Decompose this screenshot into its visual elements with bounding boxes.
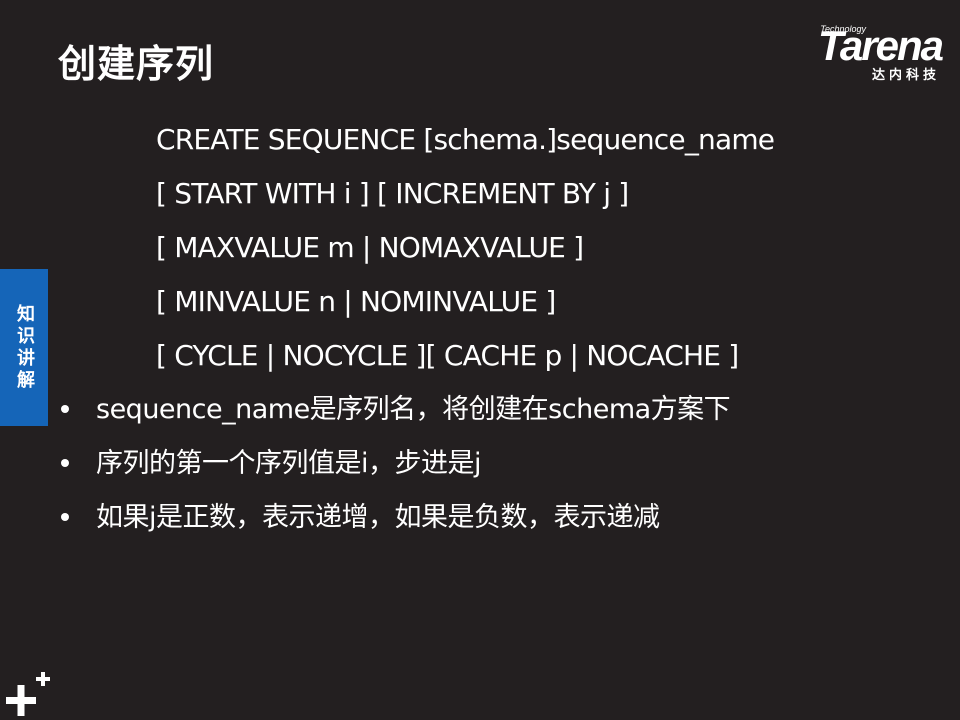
syntax-line: [ MINVALUE n | NOMINVALUE ] <box>156 285 556 318</box>
slide-title: 创建序列 <box>58 42 215 86</box>
bullet-text: 如果j是正数，表示递增，如果是负数，表示递减 <box>96 502 660 533</box>
bullet-list: sequence_name是序列名，将创建在schema方案下 序列的第一个序列… <box>58 383 731 545</box>
bullet-dot-icon <box>61 405 69 413</box>
syntax-line: [ START WITH i ] [ INCREMENT BY j ] <box>156 177 629 210</box>
bullet-dot-icon <box>61 459 69 467</box>
syntax-line: [ MAXVALUE m | NOMAXVALUE ] <box>156 231 584 264</box>
syntax-line: [ CYCLE | NOCYCLE ][ CACHE p | NOCACHE ] <box>156 339 739 372</box>
bullet-item: 序列的第一个序列值是i，步进是j <box>58 437 730 491</box>
bullet-item: 如果j是正数，表示递增，如果是负数，表示递减 <box>58 491 730 545</box>
section-tab: 知识讲解 <box>0 269 48 426</box>
plus-icon <box>6 672 50 716</box>
logo-wordmark: Tarena <box>817 22 944 69</box>
logo-chinese-name: 达内科技 <box>871 68 940 83</box>
tarena-logo: Technology Tarena 达内科技 <box>772 22 944 86</box>
section-tab-label: 知识讲解 <box>14 303 35 392</box>
slide: 创建序列 Technology Tarena 达内科技 知识讲解 CREATE … <box>0 0 960 720</box>
bullet-dot-icon <box>61 513 69 521</box>
bullet-text: sequence_name是序列名，将创建在schema方案下 <box>96 394 731 425</box>
syntax-line: CREATE SEQUENCE [schema.]sequence_name <box>156 123 775 156</box>
bullet-text: 序列的第一个序列值是i，步进是j <box>96 448 482 479</box>
bullet-item: sequence_name是序列名，将创建在schema方案下 <box>58 383 731 437</box>
syntax-block: CREATE SEQUENCE [schema.]sequence_name [… <box>156 113 775 383</box>
